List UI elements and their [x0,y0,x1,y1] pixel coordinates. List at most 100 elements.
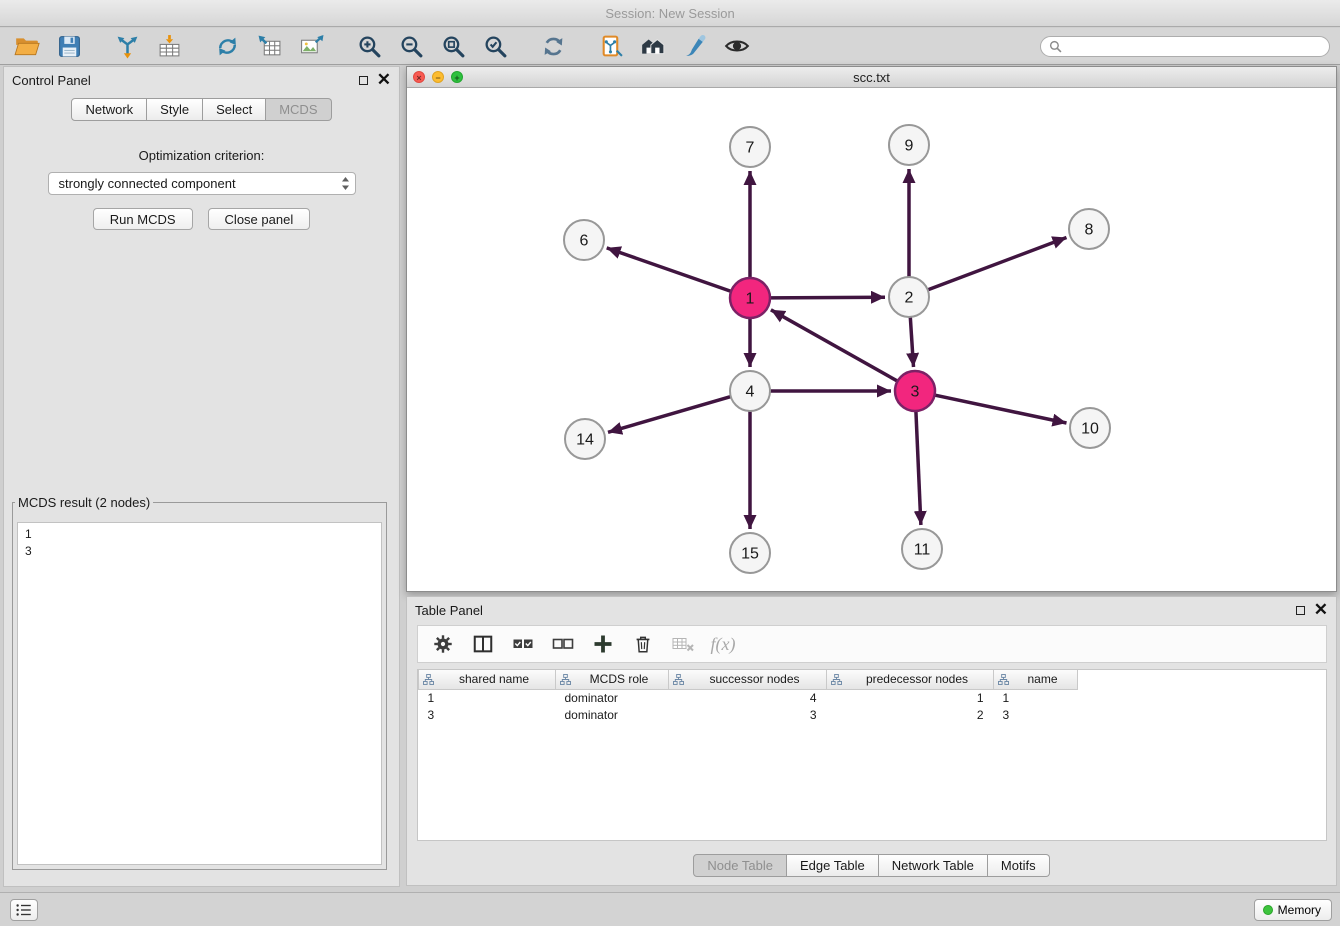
function-builder-button[interactable]: f(x) [711,632,735,656]
tab-node-table[interactable]: Node Table [693,854,787,877]
clipboard-network-button[interactable] [594,31,628,61]
graph-edge-1-6[interactable] [607,248,731,292]
gear-icon [432,633,454,655]
graph-node-label: 1 [746,291,755,308]
search-box[interactable] [1040,36,1330,57]
run-mcds-button[interactable]: Run MCDS [93,208,193,230]
table-cell[interactable]: 3 [419,706,556,723]
graph-edge-3-10[interactable] [935,395,1067,423]
graph-edge-3-11[interactable] [916,411,921,525]
network-window-title: scc.txt [407,70,1336,85]
import-network-button[interactable] [110,31,144,61]
deselect-all-button[interactable] [551,632,575,656]
table-row[interactable]: 3dominator323 [419,706,1078,723]
control-panel-tabs: NetworkStyleSelectMCDS [4,98,399,121]
import-table-icon [157,34,182,59]
export-image-button[interactable] [294,31,328,61]
column-header-name[interactable]: name [994,670,1078,689]
column-header-successor-nodes[interactable]: successor nodes [669,670,827,689]
graph-node-label: 4 [746,384,755,401]
refresh-network-button[interactable] [536,31,570,61]
graph-edge-2-8[interactable] [928,238,1067,290]
table-panel-tabs: Node TableEdge TableNetwork TableMotifs [407,854,1336,877]
new-network-button[interactable] [210,31,244,61]
table-cell[interactable]: 1 [994,689,1078,706]
graph-edge-4-14[interactable] [608,397,731,433]
memory-button[interactable]: Memory [1254,899,1332,921]
first-neighbors-button[interactable] [636,31,670,61]
close-table-panel-icon[interactable]: ✕ [1314,605,1328,615]
show-columns-button[interactable] [471,632,495,656]
graph-edge-3-1[interactable] [771,310,898,381]
select-all-button[interactable] [511,632,535,656]
tab-network[interactable]: Network [71,98,147,121]
status-bar: Memory [0,892,1340,926]
table-cell[interactable]: dominator [556,689,669,706]
zoom-selected-icon [483,34,508,59]
tab-network-table[interactable]: Network Table [879,854,988,877]
float-panel-icon[interactable] [359,76,368,85]
paint-brush-icon [683,34,708,59]
show-hide-button[interactable] [720,31,754,61]
table-cell[interactable]: 1 [419,689,556,706]
zoom-out-button[interactable] [394,31,428,61]
table-cell[interactable]: 4 [669,689,827,706]
open-session-button[interactable] [10,31,44,61]
table-cell[interactable]: dominator [556,706,669,723]
table-row[interactable]: 1dominator411 [419,689,1078,706]
tab-mcds[interactable]: MCDS [266,98,331,121]
search-input[interactable] [1067,39,1321,53]
column-header-predecessor-nodes[interactable]: predecessor nodes [827,670,994,689]
new-network-table-button[interactable] [252,31,286,61]
graph-edge-1-2[interactable] [770,297,885,298]
minimize-window-icon[interactable]: − [432,71,444,83]
mcds-result-list[interactable]: 1 3 [17,522,382,865]
graph-node-label: 8 [1085,222,1094,239]
float-table-panel-icon[interactable] [1296,606,1305,615]
save-session-button[interactable] [52,31,86,61]
tab-edge-table[interactable]: Edge Table [787,854,879,877]
zoom-fit-button[interactable] [436,31,470,61]
zoom-in-button[interactable] [352,31,386,61]
tab-select[interactable]: Select [203,98,266,121]
apply-style-button[interactable] [678,31,712,61]
control-panel-buttons: Run MCDS Close panel [4,208,399,230]
node-table-body: 1dominator4113dominator323 [419,689,1078,723]
graph-node-label: 7 [746,140,755,157]
graph-node-label: 9 [905,138,914,155]
column-header-shared-name[interactable]: shared name [419,670,556,689]
zoom-window-icon[interactable]: + [451,71,463,83]
graph-edge-2-3[interactable] [910,317,913,367]
column-header-MCDS-role[interactable]: MCDS role [556,670,669,689]
delete-table-button[interactable] [671,632,695,656]
network-window-titlebar[interactable]: scc.txt × − + [407,67,1336,88]
table-cell[interactable]: 3 [994,706,1078,723]
table-cell[interactable]: 3 [669,706,827,723]
delete-table-icon [671,632,695,656]
table-cell[interactable]: 1 [827,689,994,706]
network-graph[interactable]: 7968124314101511 [407,88,1336,591]
tab-style[interactable]: Style [147,98,203,121]
tab-motifs[interactable]: Motifs [988,854,1050,877]
close-panel-icon[interactable]: ✕ [377,75,391,85]
close-window-icon[interactable]: × [413,71,425,83]
deselect-all-icon [551,632,575,656]
task-history-button[interactable] [10,899,38,921]
graph-node-label: 6 [580,233,589,250]
zoom-selected-button[interactable] [478,31,512,61]
import-table-button[interactable] [152,31,186,61]
add-column-button[interactable] [591,632,615,656]
table-cell[interactable]: 2 [827,706,994,723]
close-panel-button[interactable]: Close panel [208,208,311,230]
graph-node-label: 11 [914,542,931,559]
column-tree-icon [560,674,571,688]
window-title: Session: New Session [605,6,734,21]
criterion-dropdown[interactable]: strongly connected component [48,172,356,195]
dropdown-arrows-icon [341,176,350,191]
list-icon [15,902,33,918]
table-settings-button[interactable] [431,632,455,656]
table-panel: Table Panel ✕ [406,596,1337,886]
network-arrows-icon [215,34,240,59]
import-network-icon [115,34,140,59]
delete-column-button[interactable] [631,632,655,656]
